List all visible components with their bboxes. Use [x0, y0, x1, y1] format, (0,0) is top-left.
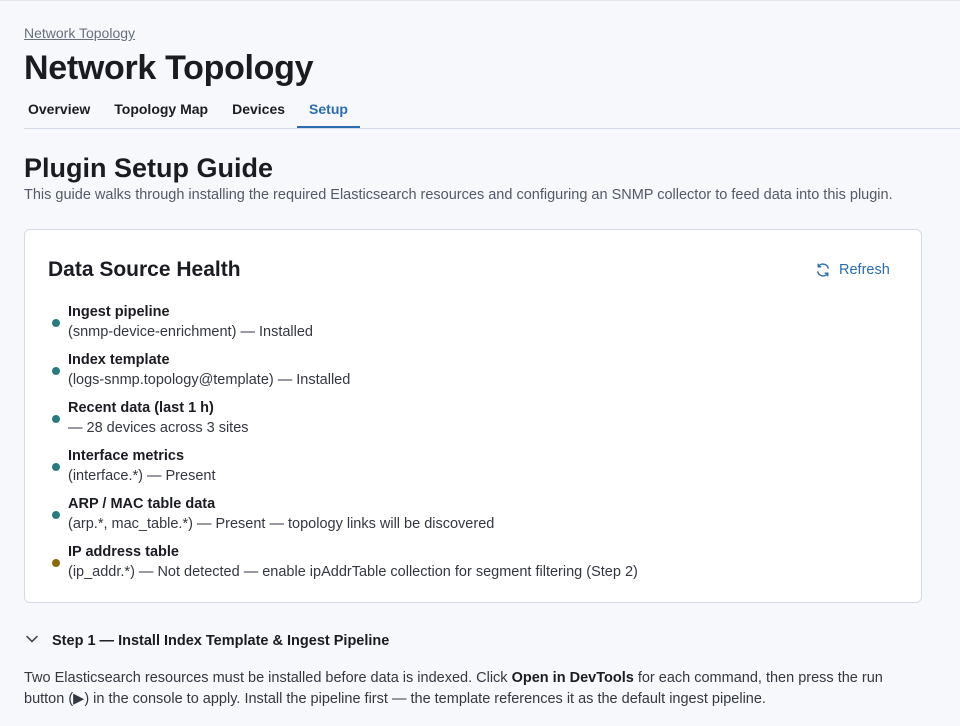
- health-item-arp-mac: ARP / MAC table data (arp.*, mac_table.*…: [48, 494, 638, 542]
- page-title: Network Topology: [24, 49, 314, 87]
- health-list: Ingest pipeline (snmp-device-enrichment)…: [48, 302, 638, 590]
- status-dot-ok: [52, 415, 60, 423]
- health-item-interface-metrics: Interface metrics (interface.*) — Presen…: [48, 446, 638, 494]
- panel-title: Data Source Health: [48, 258, 241, 281]
- step-1-desc-text: Two Elasticsearch resources must be inst…: [24, 670, 512, 686]
- step-1-description: Two Elasticsearch resources must be inst…: [24, 668, 924, 710]
- refresh-icon: [815, 262, 831, 278]
- tab-topology-map[interactable]: Topology Map: [102, 92, 220, 128]
- status-dot-ok: [52, 463, 60, 471]
- health-item-index-template: Index template (logs-snmp.topology@templ…: [48, 350, 638, 398]
- guide-title: Plugin Setup Guide: [24, 153, 273, 183]
- chevron-down-icon: [24, 631, 40, 652]
- tab-devices[interactable]: Devices: [220, 92, 297, 128]
- top-border: [0, 0, 960, 1]
- health-item-detail: (interface.*) — Present: [68, 468, 216, 484]
- health-item-detail: (ip_addr.*) — Not detected — enable ipAd…: [68, 564, 638, 580]
- health-item-ip-address-table: IP address table (ip_addr.*) — Not detec…: [48, 542, 638, 590]
- health-item-title: Interface metrics: [68, 448, 185, 464]
- status-dot-ok: [52, 511, 60, 519]
- step-1-title: Step 1 — Install Index Template & Ingest…: [52, 633, 390, 649]
- status-dot-ok: [52, 319, 60, 327]
- health-item-title: IP address table: [68, 544, 179, 560]
- status-dot-ok: [52, 367, 60, 375]
- guide-description: This guide walks through installing the …: [24, 187, 893, 203]
- tab-divider: [24, 128, 960, 129]
- refresh-button[interactable]: Refresh: [815, 260, 890, 280]
- health-item-ingest-pipeline: Ingest pipeline (snmp-device-enrichment)…: [48, 302, 638, 350]
- health-item-detail: — 28 devices across 3 sites: [68, 420, 249, 436]
- health-item-recent-data: Recent data (last 1 h) — 28 devices acro…: [48, 398, 638, 446]
- tab-setup[interactable]: Setup: [297, 92, 360, 128]
- health-item-detail: (logs-snmp.topology@template) — Installe…: [68, 372, 351, 388]
- health-item-detail: (snmp-device-enrichment) — Installed: [68, 324, 313, 340]
- open-in-devtools-label: Open in DevTools: [511, 670, 634, 686]
- health-item-title: ARP / MAC table data: [68, 496, 216, 512]
- health-item-title: Index template: [68, 352, 170, 368]
- data-source-health-panel: Data Source Health Refresh Ingest pipeli…: [24, 229, 922, 603]
- health-item-title: Ingest pipeline: [68, 304, 170, 320]
- tab-bar: Overview Topology Map Devices Setup: [24, 92, 360, 128]
- breadcrumb[interactable]: Network Topology: [24, 25, 135, 41]
- health-item-detail: (arp.*, mac_table.*) — Present — topolog…: [68, 516, 495, 532]
- step-1-accordion-toggle[interactable]: Step 1 — Install Index Template & Ingest…: [24, 630, 389, 652]
- tab-overview[interactable]: Overview: [24, 92, 102, 128]
- health-item-title: Recent data (last 1 h): [68, 400, 214, 416]
- refresh-label: Refresh: [839, 262, 890, 278]
- status-dot-warning: [52, 559, 60, 567]
